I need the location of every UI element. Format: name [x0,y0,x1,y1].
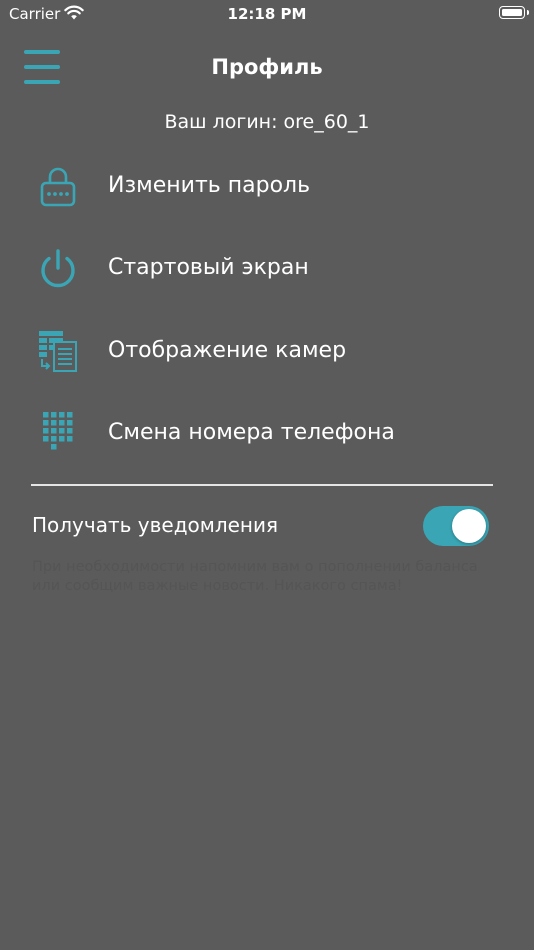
menu-item-label: Изменить пароль [108,173,311,198]
lock-icon [40,167,76,207]
menu-item-label: Отображение камер [108,338,347,363]
page-title: Профиль [211,55,323,79]
clock: 12:18 PM [227,5,307,23]
notifications-label: Получать уведомления [32,513,279,537]
keypad-icon [43,412,73,450]
divider [31,484,493,486]
menu-item-change-phone[interactable]: Смена номера телефона [30,403,510,463]
status-bar: Carrier 12:18 PM [0,0,534,30]
menu-item-start-screen[interactable]: Стартовый экран [30,238,510,298]
menu-item-change-password[interactable]: Изменить пароль [30,156,510,216]
login-info: Ваш логин: ore_60_1 [164,111,370,133]
battery-icon [499,6,529,19]
power-icon [41,249,75,288]
notifications-toggle[interactable] [423,506,489,546]
camera-list-icon [39,331,77,372]
menu-item-label: Смена номера телефона [108,420,395,445]
menu-item-label: Стартовый экран [108,255,309,280]
menu-item-camera-display[interactable]: Отображение камер [30,321,510,381]
notifications-description: При необходимости напомним вам о пополне… [32,559,478,594]
